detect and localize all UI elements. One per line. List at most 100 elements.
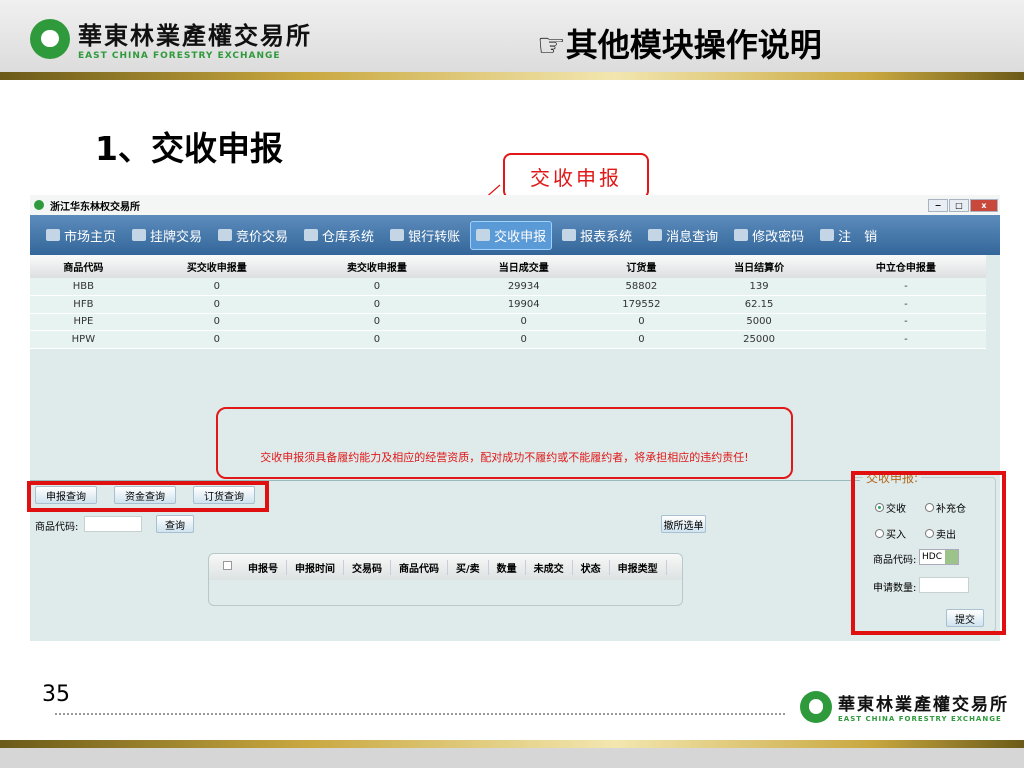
- app-logo-icon: [34, 200, 44, 210]
- nav-item-0[interactable]: 市场主页: [40, 221, 122, 250]
- folder-icon: [218, 229, 233, 241]
- table-cell: 0: [590, 330, 693, 349]
- table-cell: 0: [136, 295, 297, 314]
- table-cell: 0: [296, 313, 457, 331]
- sub-column-header[interactable]: 商品代码: [391, 559, 448, 575]
- table-cell: -: [825, 278, 986, 296]
- table-cell: 0: [590, 313, 693, 331]
- nav-label: 修改密码: [752, 229, 805, 245]
- table-cell: 0: [136, 330, 297, 349]
- nav-label: 竞价交易: [236, 229, 289, 245]
- exchange-logo: 華東林業產權交易所 EAST CHINA FORESTRY EXCHANGE: [30, 16, 312, 61]
- table-row[interactable]: HBB 0 0 29934 58802 139-: [30, 278, 986, 296]
- table-cell: 0: [136, 278, 297, 296]
- callout-label: 交收申报: [503, 153, 649, 199]
- nav-label: 市场主页: [64, 229, 117, 245]
- home-icon: [46, 229, 60, 241]
- warehouse-icon: [304, 229, 319, 241]
- table-cell: 0: [296, 278, 457, 296]
- table-cell: HPE: [30, 313, 137, 331]
- delivery-table: 商品代码 买交收申报量 卖交收申报量 当日成交量 订货量 当日结算价 中立仓申报量 HBB 0…: [30, 255, 986, 349]
- column-header[interactable]: 卖交收申报量: [296, 255, 457, 278]
- table-cell: 179552: [590, 295, 693, 314]
- slide-title: ☞其他模块操作说明: [537, 26, 822, 64]
- folder-icon: [562, 229, 577, 241]
- logo-cn: 華東林業產權交易所: [78, 21, 312, 50]
- table-cell: 25000: [692, 330, 826, 349]
- nav-item-1[interactable]: 挂牌交易: [126, 221, 208, 250]
- code-label: 商品代码:: [35, 522, 79, 533]
- table-cell: 5000: [692, 313, 826, 331]
- folder-icon: [476, 229, 491, 241]
- table-row[interactable]: HPE 0 0 0 0 5000-: [30, 313, 986, 331]
- page-number: 35: [42, 682, 70, 707]
- close-button[interactable]: x: [970, 199, 998, 212]
- table-cell: 0: [457, 313, 591, 331]
- nav-item-8[interactable]: 修改密码: [728, 221, 810, 250]
- footer-gray: [0, 748, 1024, 768]
- highlight-form: [851, 471, 1006, 635]
- highlight-query-tabs: [27, 481, 269, 512]
- sub-column-header[interactable]: 数量: [489, 559, 526, 575]
- nav-item-5[interactable]: 交收申报: [470, 220, 553, 250]
- table-cell: 139: [692, 278, 826, 296]
- column-header[interactable]: 订货量: [590, 255, 693, 278]
- folder-icon: [132, 229, 147, 241]
- notice-box: 交收申报须具备履约能力及相应的经营资质，配对成功不履约或不能履约者，将承担相应的…: [216, 407, 793, 479]
- table-cell: 0: [296, 295, 457, 314]
- window-titlebar: 浙江华东林权交易所 − □ x: [30, 195, 1000, 215]
- table-cell: 19904: [457, 295, 591, 314]
- table-cell: -: [825, 330, 986, 349]
- sub-column-header[interactable]: 申报类型: [610, 559, 667, 575]
- nav-label: 仓库系统: [322, 229, 375, 245]
- window-title: 浙江华东林权交易所: [50, 201, 140, 213]
- nav-item-7[interactable]: 消息查询: [642, 221, 724, 250]
- gold-band: [0, 72, 1024, 80]
- column-header[interactable]: 买交收申报量: [136, 255, 297, 278]
- table-cell: 58802: [590, 278, 693, 296]
- report-list: 申报号 申报时间 交易码 商品代码 买/卖 数量 未成交 状态 申报类型: [208, 553, 683, 606]
- footer-band: [0, 740, 1024, 748]
- nav-item-4[interactable]: 银行转账: [384, 221, 466, 250]
- table-cell: HFB: [30, 295, 137, 314]
- nav-item-9[interactable]: 注 销: [814, 221, 883, 250]
- table-cell: -: [825, 295, 986, 314]
- logout-icon: [820, 229, 835, 241]
- slide-header: 華東林業產權交易所 EAST CHINA FORESTRY EXCHANGE ☞…: [0, 0, 1024, 72]
- column-header[interactable]: 商品代码: [30, 255, 137, 278]
- main-nav: 市场主页 挂牌交易 竞价交易 仓库系统 银行转账 交收申报 报表系统 消息查询 修改密码 注 销: [30, 215, 1000, 255]
- sub-column-header[interactable]: 申报号: [240, 559, 287, 575]
- logo-mark-icon: [30, 18, 70, 59]
- section-title: 1、交收申报: [95, 129, 283, 168]
- table-cell: 0: [457, 330, 591, 349]
- select-all-checkbox[interactable]: [223, 561, 232, 570]
- nav-label: 消息查询: [666, 229, 719, 245]
- sub-column-header[interactable]: 申报时间: [287, 559, 344, 575]
- code-input[interactable]: [84, 516, 142, 532]
- table-row[interactable]: HPW 0 0 0 0 25000-: [30, 330, 986, 349]
- cancel-selected-button[interactable]: 撤所选单: [661, 515, 706, 533]
- table-cell: HPW: [30, 330, 137, 349]
- sub-column-header[interactable]: 未成交: [526, 559, 573, 575]
- nav-label: 注 销: [838, 229, 878, 245]
- logo-mark-icon: [800, 690, 832, 723]
- sub-column-header[interactable]: 交易码: [344, 559, 391, 575]
- minimize-button[interactable]: −: [928, 199, 948, 212]
- maximize-button[interactable]: □: [949, 199, 969, 212]
- column-header[interactable]: 中立仓申报量: [825, 255, 986, 278]
- message-icon: [648, 229, 663, 241]
- table-cell: 0: [296, 330, 457, 349]
- tools-icon: [734, 229, 749, 241]
- nav-label: 交收申报: [494, 229, 547, 245]
- column-header[interactable]: 当日成交量: [457, 255, 591, 278]
- search-button[interactable]: 查询: [156, 515, 194, 533]
- sub-column-header[interactable]: 买/卖: [448, 559, 489, 575]
- table-row[interactable]: HFB 0 0 19904 179552 62.15-: [30, 295, 986, 314]
- nav-item-6[interactable]: 报表系统: [556, 221, 638, 250]
- column-header[interactable]: 当日结算价: [692, 255, 826, 278]
- sub-column-header[interactable]: 状态: [573, 559, 610, 575]
- nav-item-3[interactable]: 仓库系统: [298, 221, 380, 250]
- nav-label: 银行转账: [408, 229, 461, 245]
- table-cell: HBB: [30, 278, 137, 296]
- nav-item-2[interactable]: 竞价交易: [212, 221, 294, 250]
